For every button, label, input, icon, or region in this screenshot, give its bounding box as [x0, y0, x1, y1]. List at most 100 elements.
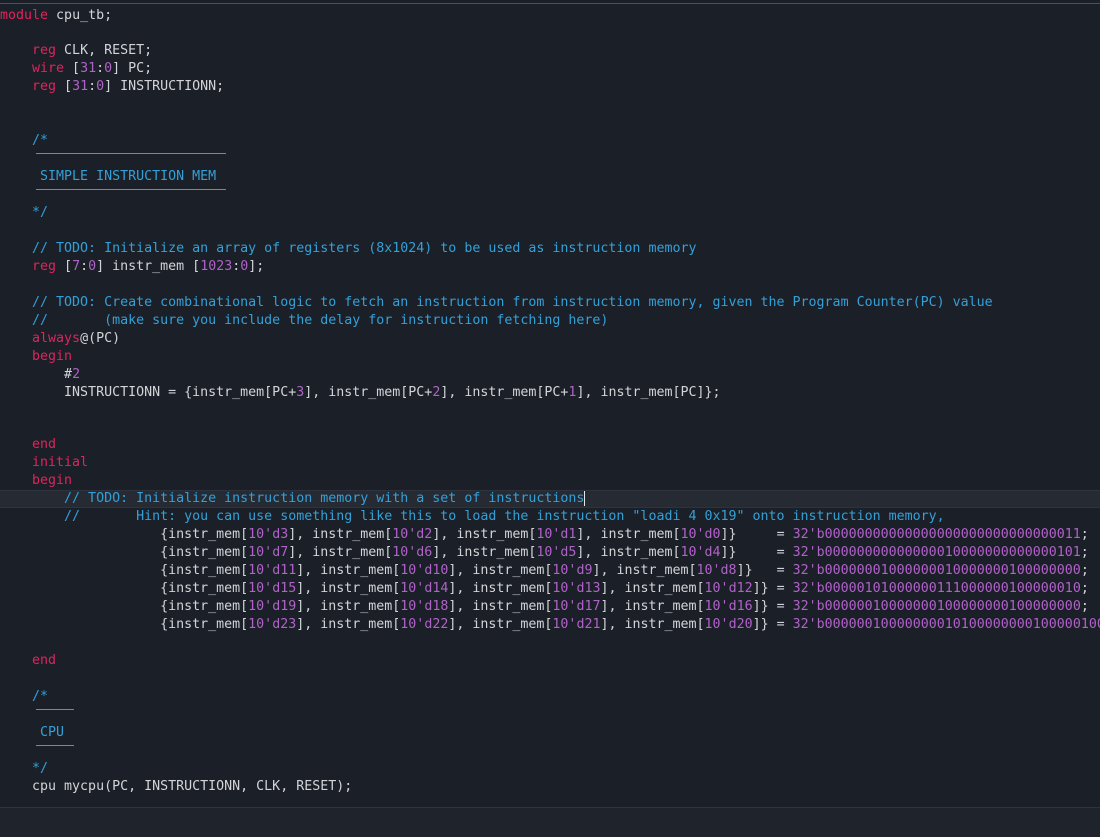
- comment-rule-bottom: [36, 745, 74, 746]
- code-comment: /*: [0, 689, 49, 704]
- code-text: ], instr_mem[: [296, 599, 401, 614]
- code-line[interactable]: /*: [0, 132, 1100, 150]
- code-text: ] instr_mem [: [96, 259, 201, 274]
- code-text: {instr_mem[: [0, 545, 249, 560]
- code-number: 10'd0: [680, 527, 721, 542]
- code-keyword: begin: [0, 473, 73, 488]
- code-keyword: wire: [0, 61, 65, 76]
- code-number: 10'd18: [400, 599, 449, 614]
- code-editor[interactable]: module cpu_tb; reg CLK, RESET; wire [31:…: [0, 3, 1100, 808]
- code-keyword: initial: [0, 455, 89, 470]
- code-line[interactable]: CPU: [0, 724, 1100, 742]
- code-line[interactable]: {instr_mem[10'd7], instr_mem[10'd6], ins…: [0, 544, 1100, 562]
- code-line[interactable]: */: [0, 204, 1100, 222]
- code-number: 10'd21: [552, 617, 601, 632]
- code-line[interactable]: end: [0, 436, 1100, 454]
- code-number: 32'b00000000000000010000000000000101: [792, 545, 1081, 560]
- code-line[interactable]: SIMPLE INSTRUCTION MEM: [0, 168, 1100, 186]
- code-comment: // TODO: Initialize an array of register…: [0, 241, 697, 256]
- code-number: 10'd11: [248, 563, 297, 578]
- code-keyword: end: [0, 653, 57, 668]
- code-number: 10'd9: [552, 563, 593, 578]
- code-text: ], instr_mem[: [448, 563, 553, 578]
- code-number: 10'd12: [704, 581, 753, 596]
- status-bar: [0, 807, 1100, 837]
- code-keyword: reg: [0, 43, 57, 58]
- code-text: ]} =: [752, 599, 793, 614]
- code-text: ], instr_mem[: [600, 581, 705, 596]
- code-text: @(PC): [80, 331, 121, 346]
- code-text: CLK, RESET;: [56, 43, 153, 58]
- code-text: cpu_tb;: [48, 8, 113, 23]
- code-number: 10'd6: [392, 545, 433, 560]
- code-number: 10'd10: [400, 563, 449, 578]
- code-line[interactable]: module cpu_tb;: [0, 7, 1100, 25]
- code-line[interactable]: /*: [0, 688, 1100, 706]
- code-line[interactable]: reg [7:0] instr_mem [1023:0];: [0, 258, 1100, 276]
- code-line[interactable]: {instr_mem[10'd11], instr_mem[10'd10], i…: [0, 562, 1100, 580]
- code-line[interactable]: // Hint: you can use something like this…: [0, 508, 1100, 526]
- code-number: 10'd1: [536, 527, 577, 542]
- code-keyword: reg: [0, 259, 57, 274]
- code-text: ], instr_mem[PC+: [440, 385, 569, 400]
- code-text: ;: [1080, 563, 1089, 578]
- comment-rule-top: [36, 709, 74, 710]
- code-text: [: [64, 61, 81, 76]
- code-line[interactable]: begin: [0, 348, 1100, 366]
- code-number: 10'd20: [704, 617, 753, 632]
- code-text: ], instr_mem[PC+: [304, 385, 433, 400]
- code-comment: */: [0, 205, 49, 220]
- code-text: {instr_mem[: [0, 617, 249, 632]
- code-line[interactable]: // TODO: Create combinational logic to f…: [0, 294, 1100, 312]
- code-line[interactable]: {instr_mem[10'd3], instr_mem[10'd2], ins…: [0, 526, 1100, 544]
- code-line[interactable]: begin: [0, 472, 1100, 490]
- code-number: 1023: [200, 259, 233, 274]
- code-text: ]} =: [736, 563, 793, 578]
- code-text: ], instr_mem[: [600, 617, 705, 632]
- code-number: 32'b00000101000000111000000100000010: [792, 581, 1081, 596]
- code-line[interactable]: // (make sure you include the delay for …: [0, 312, 1100, 330]
- code-text: ], instr_mem[: [432, 527, 537, 542]
- comment-rule-top: [36, 153, 226, 154]
- code-number: 7: [72, 259, 81, 274]
- code-line[interactable]: always@(PC): [0, 330, 1100, 348]
- code-text: cpu mycpu(PC, INSTRUCTIONN, CLK, RESET);: [0, 779, 353, 794]
- code-line[interactable]: reg CLK, RESET;: [0, 42, 1100, 60]
- code-number: 10'd4: [680, 545, 721, 560]
- code-text: :: [96, 61, 105, 76]
- code-number: 32'b00000010000000100000000100000000: [792, 599, 1081, 614]
- code-line[interactable]: end: [0, 652, 1100, 670]
- code-text: ], instr_mem[: [296, 581, 401, 596]
- code-number: 10'd22: [400, 617, 449, 632]
- code-number: 32'b00000010000000010100000000100000100: [792, 617, 1100, 632]
- code-text: [: [56, 259, 73, 274]
- code-text: ], instr_mem[: [592, 563, 697, 578]
- text-cursor: [584, 490, 586, 506]
- code-number: 0: [96, 79, 105, 94]
- code-line[interactable]: INSTRUCTIONN = {instr_mem[PC+3], instr_m…: [0, 384, 1100, 402]
- code-line[interactable]: wire [31:0] PC;: [0, 60, 1100, 78]
- code-line-current[interactable]: // TODO: Initialize instruction memory w…: [0, 490, 1100, 508]
- code-line[interactable]: #2: [0, 366, 1100, 384]
- code-line[interactable]: initial: [0, 454, 1100, 472]
- code-number: 2: [72, 367, 81, 382]
- code-comment: */: [0, 761, 49, 776]
- code-text: ], instr_mem[: [288, 545, 393, 560]
- code-line[interactable]: reg [31:0] INSTRUCTIONN;: [0, 78, 1100, 96]
- code-line[interactable]: {instr_mem[10'd19], instr_mem[10'd18], i…: [0, 598, 1100, 616]
- code-number: 10'd17: [552, 599, 601, 614]
- code-number: 0: [104, 61, 113, 76]
- code-number: 32'b00000000000000000000000000000011: [792, 527, 1081, 542]
- code-text: ;: [1080, 581, 1089, 596]
- code-text: ;: [1080, 545, 1089, 560]
- code-text: INSTRUCTIONN = {instr_mem[PC+: [0, 385, 297, 400]
- code-text: :: [88, 79, 97, 94]
- code-line[interactable]: */: [0, 760, 1100, 778]
- code-number: 10'd8: [696, 563, 737, 578]
- code-line[interactable]: {instr_mem[10'd15], instr_mem[10'd14], i…: [0, 580, 1100, 598]
- code-line[interactable]: // TODO: Initialize an array of register…: [0, 240, 1100, 258]
- code-number: 10'd3: [248, 527, 289, 542]
- code-text: ], instr_mem[PC]};: [576, 385, 721, 400]
- code-line[interactable]: {instr_mem[10'd23], instr_mem[10'd22], i…: [0, 616, 1100, 634]
- code-line[interactable]: cpu mycpu(PC, INSTRUCTIONN, CLK, RESET);: [0, 778, 1100, 796]
